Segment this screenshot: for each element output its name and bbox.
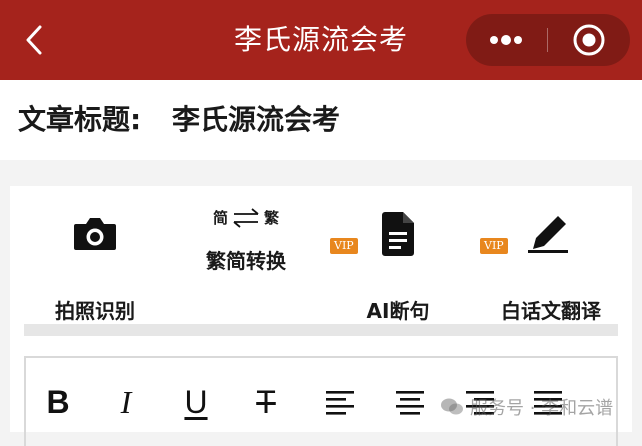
top-navigation-bar: 李氏源流会考 (0, 0, 642, 80)
align-left-icon (326, 391, 354, 415)
align-left-button[interactable] (318, 380, 362, 424)
traditional-char: 繁 (264, 209, 280, 227)
miniprogram-capsule (466, 14, 630, 66)
underline-button[interactable]: U (174, 380, 218, 424)
tool-vernacular-translation-label: 白话文翻译 (501, 299, 601, 323)
underline-icon: U (184, 384, 208, 420)
italic-icon: I (120, 384, 132, 420)
watermark: 服务号 · 李和云谱 (440, 392, 613, 422)
tool-traditional-simplified[interactable]: 简 繁 繁简转换 (196, 206, 296, 302)
align-center-icon (396, 391, 424, 415)
simplified-char: 简 (212, 209, 228, 227)
tool-photo-ocr-label: 拍照识别 (55, 299, 135, 323)
close-miniprogram-button[interactable] (548, 14, 630, 66)
swap-arrows-icon (233, 208, 259, 228)
article-title-row: 文章标题: 李氏源流会考 (0, 80, 642, 160)
vip-badge: VIP (480, 238, 508, 254)
align-center-button[interactable] (388, 380, 432, 424)
more-button[interactable] (466, 14, 546, 66)
strikethrough-button[interactable]: T (244, 380, 288, 424)
italic-button[interactable]: I (104, 380, 148, 424)
more-dots-icon (490, 35, 522, 45)
tool-traditional-simplified-label: 繁简转换 (206, 249, 286, 273)
section-divider (24, 324, 618, 336)
watermark-text: 服务号 · 李和云谱 (470, 398, 614, 419)
strikethrough-icon: T (256, 384, 276, 420)
tool-vernacular-translation[interactable]: VIP 白话文翻译 (480, 210, 610, 323)
tool-ai-punctuation[interactable]: VIP AI断句 (330, 210, 442, 323)
wechat-icon (441, 398, 463, 415)
bold-button[interactable]: B (36, 380, 80, 424)
bold-icon: B (46, 384, 70, 420)
pen-icon (528, 216, 568, 253)
target-circle-icon (573, 24, 605, 56)
tool-ai-punctuation-label: AI断句 (366, 299, 430, 323)
vip-badge: VIP (330, 238, 358, 254)
camera-icon (74, 218, 116, 250)
article-title-value[interactable]: 李氏源流会考 (172, 102, 340, 138)
fanjian-indicator: 简 繁 (196, 208, 296, 228)
document-icon (382, 212, 414, 256)
tool-photo-ocr[interactable]: 拍照识别 (44, 210, 146, 323)
article-title-label: 文章标题: (18, 103, 142, 136)
